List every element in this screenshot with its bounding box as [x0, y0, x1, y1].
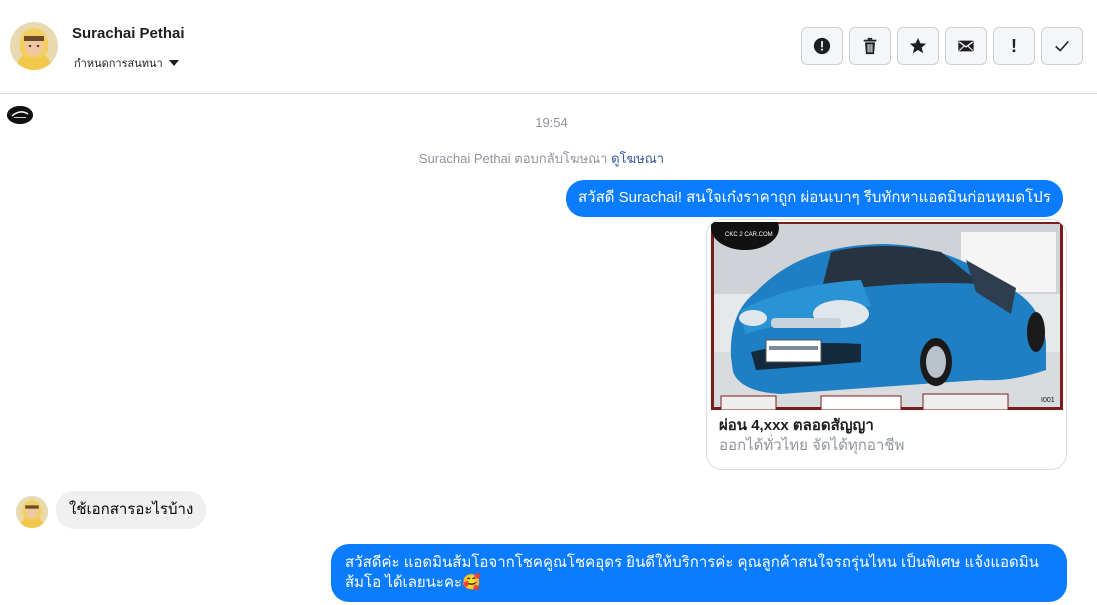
- contact-avatar[interactable]: [10, 22, 58, 70]
- mark-unread-button[interactable]: [945, 27, 987, 65]
- ad-reply-notice: Surachai Pethai ตอบกลับโฆษณา ดูโฆษณา: [0, 148, 1083, 169]
- contact-avatar-small[interactable]: [16, 496, 48, 528]
- ad-card-image[interactable]: CKC 2 CAR.COM I001: [711, 222, 1063, 410]
- check-icon: [1055, 40, 1069, 52]
- conversation-actions: !: [801, 27, 1083, 65]
- contact-name[interactable]: Surachai Pethai: [72, 25, 185, 42]
- envelope-icon: [958, 40, 974, 52]
- outgoing-message: สวัสดี Surachai! สนใจเก๋งราคาถูก ผ่อนเบา…: [566, 180, 1063, 217]
- star-button[interactable]: [897, 27, 939, 65]
- incoming-message: ใช้เอกสารอะไรบ้าง: [56, 491, 207, 529]
- trash-icon: [863, 37, 877, 55]
- ad-reply-text: Surachai Pethai ตอบกลับโฆษณา: [418, 151, 608, 166]
- caret-down-icon: [168, 60, 179, 66]
- delete-button[interactable]: [849, 27, 891, 65]
- alert-circle-icon: [813, 37, 831, 55]
- exclamation-icon: !: [1011, 35, 1017, 56]
- image-watermark: CKC 2 CAR.COM: [725, 232, 773, 238]
- star-icon: [909, 37, 927, 54]
- follow-up-button[interactable]: !: [993, 27, 1035, 65]
- conversation-header: Surachai Pethai กำหนดการสนทนา !: [0, 0, 1097, 94]
- assign-conversation-dropdown[interactable]: กำหนดการสนทนา: [74, 54, 179, 72]
- mark-done-button[interactable]: [1041, 27, 1083, 65]
- assign-conversation-label: กำหนดการสนทนา: [74, 58, 163, 70]
- ad-card[interactable]: CKC 2 CAR.COM I001 ผ่อน 4,xxx ตลอดสัญญา …: [706, 219, 1067, 470]
- message-timestamp: 19:54: [535, 115, 568, 130]
- ad-card-subtitle: ออกได้ทั่วไทย จัดได้ทุกอาชีพ: [719, 437, 905, 454]
- mark-spam-button[interactable]: [801, 27, 843, 65]
- view-ad-link[interactable]: ดูโฆษณา: [611, 151, 664, 166]
- image-code: I001: [1041, 397, 1055, 404]
- outgoing-message: สวัสดีค่ะ แอดมินส้มโอจากโชคคูณโชคอุดร ยิ…: [331, 544, 1067, 602]
